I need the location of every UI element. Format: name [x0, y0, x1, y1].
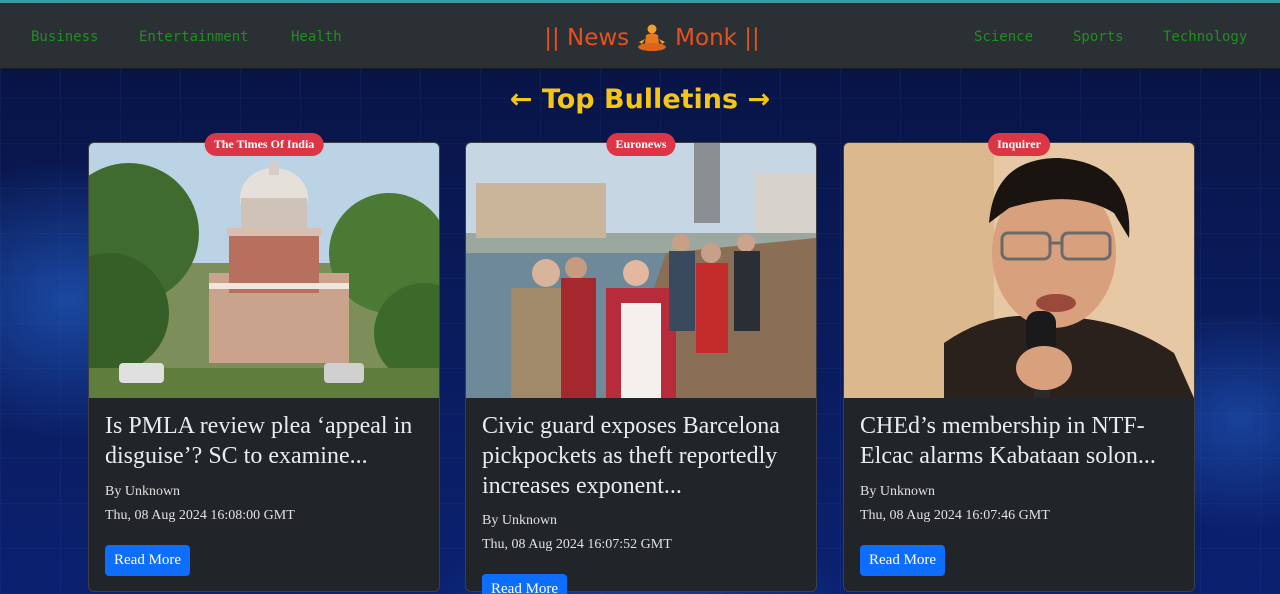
news-date: Thu, 08 Aug 2024 16:07:52 GMT — [482, 537, 672, 552]
nav-link-technology[interactable]: Technology — [1163, 29, 1247, 45]
source-badge: Euronews — [606, 133, 676, 156]
read-more-button[interactable]: Read More — [105, 545, 191, 576]
news-date: Thu, 08 Aug 2024 16:07:46 GMT — [860, 508, 1050, 523]
news-card: Euronews Civic guard exposes Barcelona p… — [465, 133, 817, 594]
news-headline[interactable]: Civic guard exposes Barcelona pickpocket… — [482, 411, 804, 501]
news-image — [89, 143, 439, 398]
nav-link-entertainment[interactable]: Entertainment — [139, 29, 249, 45]
news-image — [466, 143, 816, 398]
nav-link-science[interactable]: Science — [974, 29, 1033, 45]
news-author: By Unknown — [105, 484, 181, 499]
news-image — [844, 143, 1194, 398]
nav-link-business[interactable]: Business — [31, 29, 98, 45]
read-more-button[interactable]: Read More — [860, 545, 946, 576]
news-author: By Unknown — [860, 484, 936, 499]
brand-logo[interactable]: || News Monk || — [539, 21, 765, 55]
section-title: ← Top Bulletins → — [509, 84, 771, 115]
news-author: By Unknown — [482, 513, 558, 528]
top-navbar: Business Entertainment Health || News Mo… — [0, 0, 1280, 69]
source-badge: Inquirer — [988, 133, 1050, 156]
read-more-button[interactable]: Read More — [482, 574, 568, 594]
nav-link-sports[interactable]: Sports — [1073, 29, 1124, 45]
meditating-monk-icon — [635, 23, 669, 53]
news-card: Inquirer CHEd’s membership in NTF-Elcac … — [843, 133, 1195, 592]
news-headline[interactable]: Is PMLA review plea ‘appeal in disguise’… — [105, 411, 427, 471]
brand-text-left: || News — [544, 25, 630, 51]
source-badge: The Times Of India — [204, 133, 324, 156]
brand-text-right: Monk || — [675, 25, 760, 51]
news-card: The Times Of India Is PMLA review plea ‘… — [88, 133, 440, 592]
news-headline[interactable]: CHEd’s membership in NTF-Elcac alarms Ka… — [860, 411, 1182, 471]
news-date: Thu, 08 Aug 2024 16:08:00 GMT — [105, 508, 295, 523]
nav-link-health[interactable]: Health — [291, 29, 342, 45]
